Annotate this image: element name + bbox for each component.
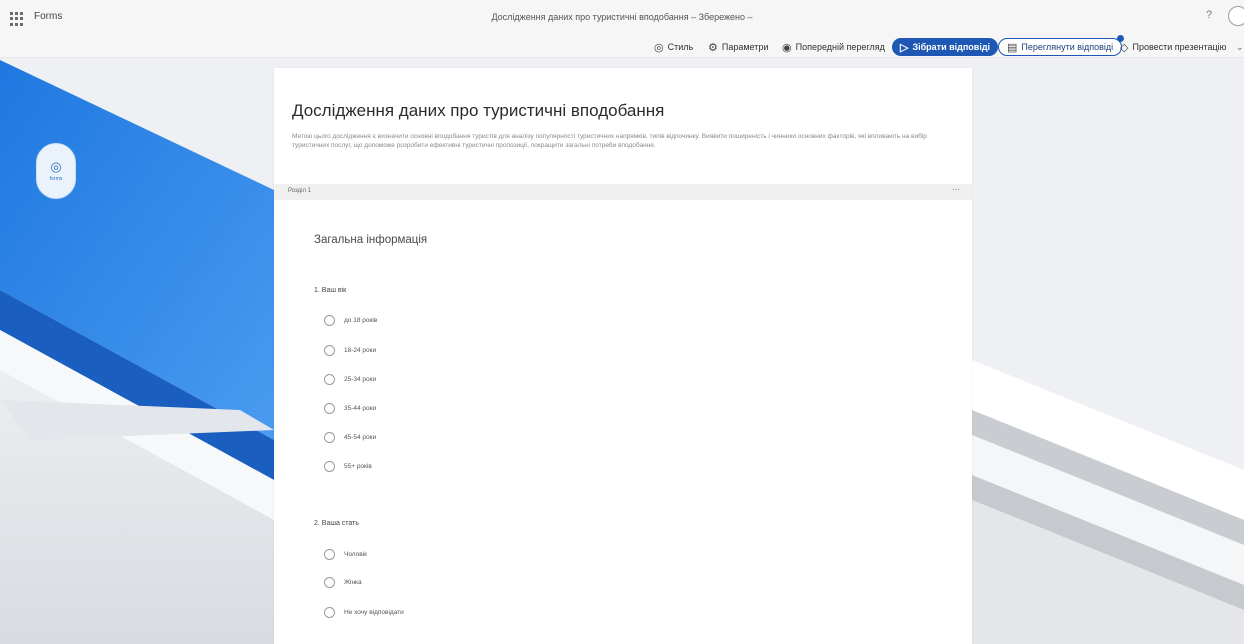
age-option[interactable]: 18-24 роки xyxy=(324,344,376,356)
palette-icon: ◎ xyxy=(654,41,664,54)
option-label: Не хочу відповідати xyxy=(344,608,404,616)
radio-button[interactable] xyxy=(324,373,335,385)
shield-icon: ◇ xyxy=(1120,41,1129,54)
logo-icon: ◎ xyxy=(50,159,62,174)
radio-button[interactable] xyxy=(324,344,335,356)
option-label: Чоловік xyxy=(344,550,368,558)
age-option[interactable]: до 18 років xyxy=(324,314,377,326)
age-option[interactable]: 35-44 роки xyxy=(324,402,376,414)
option-label: 55+ років xyxy=(344,462,372,470)
style-button[interactable]: ◎ Стиль xyxy=(654,37,693,57)
section-heading[interactable]: Загальна інформація xyxy=(314,234,427,246)
section-header[interactable]: Розділ 1 ⋯ xyxy=(274,184,972,200)
top-bar: Forms Дослідження даних про туристичні в… xyxy=(0,0,1244,58)
view-responses-button[interactable]: ▤ Переглянути відповіді xyxy=(998,35,1125,56)
radio-button[interactable] xyxy=(324,314,335,326)
age-option[interactable]: 55+ років xyxy=(324,460,372,472)
form-description[interactable]: Метою цього дослідження є визначити осно… xyxy=(292,132,942,150)
option-label: до 18 років xyxy=(344,316,378,324)
collect-label: Зібрати відповіді xyxy=(912,42,991,52)
avatar[interactable] xyxy=(1228,6,1244,26)
radio-button[interactable] xyxy=(324,431,335,443)
question-age[interactable]: 1. Ваш вік xyxy=(314,287,346,294)
preview-button[interactable]: ◉ Попередній перегляд xyxy=(782,37,885,57)
option-label: 45-54 роки xyxy=(344,433,377,441)
presentation-button[interactable]: ◇ Провести презентацію xyxy=(1120,37,1226,57)
radio-button[interactable] xyxy=(324,606,335,618)
age-option[interactable]: 45-54 роки xyxy=(324,431,376,443)
presentation-label: Провести презентацію xyxy=(1132,42,1227,52)
eye-icon: ◉ xyxy=(782,41,792,54)
section-label: Розділ 1 xyxy=(288,188,311,194)
toolbar: ◎ Стиль ⚙ Параметри ◉ Попередній перегля… xyxy=(0,35,1244,57)
option-label: 35-44 роки xyxy=(344,404,377,412)
style-label: Стиль xyxy=(667,42,694,52)
help-icon[interactable]: ? xyxy=(1206,9,1212,21)
more-options-icon[interactable]: ⋯ xyxy=(952,185,960,194)
send-icon: ▷ xyxy=(900,41,909,54)
question-gender[interactable]: 2. Ваша стать xyxy=(314,520,359,527)
form-logo: ◎ forms xyxy=(36,143,76,199)
document-title: Дослідження даних про туристичні вподоба… xyxy=(491,12,753,22)
form-card: Дослідження даних про туристичні вподоба… xyxy=(274,68,972,644)
gear-icon: ⚙ xyxy=(708,41,718,54)
params-label: Параметри xyxy=(721,42,769,52)
radio-button[interactable] xyxy=(324,576,335,588)
logo-caption: forms xyxy=(49,176,63,182)
more-icon[interactable]: ⌄ xyxy=(1236,37,1244,57)
radio-button[interactable] xyxy=(324,460,335,472)
gender-option[interactable]: Не хочу відповідати xyxy=(324,606,404,618)
radio-button[interactable] xyxy=(324,402,335,414)
option-label: 25-34 роки xyxy=(344,375,377,383)
gender-option[interactable]: Чоловік xyxy=(324,548,367,560)
chart-icon: ▤ xyxy=(1007,41,1018,54)
collect-responses-button[interactable]: ▷ Зібрати відповіді xyxy=(892,38,999,56)
responses-label: Переглянути відповіді xyxy=(1021,42,1114,52)
option-label: 18-24 роки xyxy=(344,346,377,354)
age-option[interactable]: 25-34 роки xyxy=(324,373,376,385)
option-label: Жінка xyxy=(344,578,362,586)
radio-button[interactable] xyxy=(324,548,335,560)
preview-label: Попередній перегляд xyxy=(795,42,885,52)
form-title[interactable]: Дослідження даних про туристичні вподоба… xyxy=(292,101,664,121)
gender-option[interactable]: Жінка xyxy=(324,576,362,588)
params-button[interactable]: ⚙ Параметри xyxy=(708,37,768,57)
